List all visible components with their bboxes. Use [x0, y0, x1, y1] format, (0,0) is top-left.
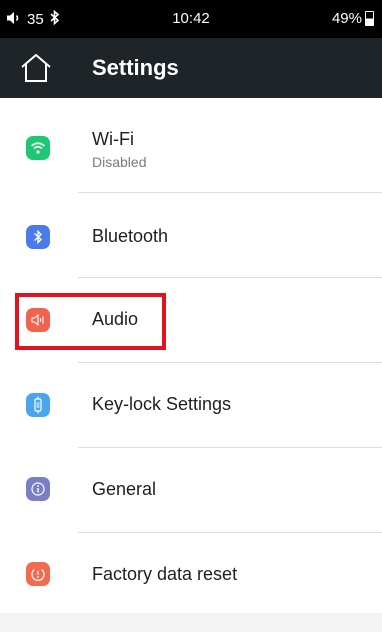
wifi-icon	[26, 136, 50, 160]
battery-icon	[365, 11, 374, 26]
settings-item-label: General	[92, 479, 157, 499]
settings-list: Wi-Fi Disabled Bluetooth Audio Key-lock …	[0, 98, 382, 618]
settings-item-bluetooth[interactable]: Bluetooth	[0, 193, 382, 278]
settings-item-status: Disabled	[92, 154, 147, 170]
status-right: 49%	[332, 10, 374, 27]
audio-highlight-box	[15, 293, 166, 350]
home-icon[interactable]	[18, 50, 54, 86]
status-bar: 35 10:42 49%	[0, 0, 382, 38]
battery-percent: 49%	[331, 10, 362, 27]
app-bar: Settings	[0, 38, 382, 98]
key-lock-icon	[26, 393, 50, 417]
settings-item-factory-reset[interactable]: Factory data reset	[0, 533, 382, 618]
info-icon	[26, 477, 50, 501]
status-time: 10:42	[172, 10, 210, 27]
settings-item-label: Factory data reset	[92, 564, 238, 584]
settings-item-label: Key-lock Settings	[92, 394, 232, 414]
bluetooth-icon	[26, 225, 50, 249]
settings-item-general[interactable]: General	[0, 448, 382, 533]
reset-icon	[26, 562, 50, 586]
settings-item-key-lock[interactable]: Key-lock Settings	[0, 363, 382, 448]
settings-item-label: Wi-Fi	[92, 129, 134, 149]
page-title: Settings	[92, 55, 179, 80]
bottom-strip	[0, 613, 382, 632]
settings-item-label: Bluetooth	[92, 226, 169, 246]
settings-item-wifi[interactable]: Wi-Fi Disabled	[0, 98, 382, 193]
